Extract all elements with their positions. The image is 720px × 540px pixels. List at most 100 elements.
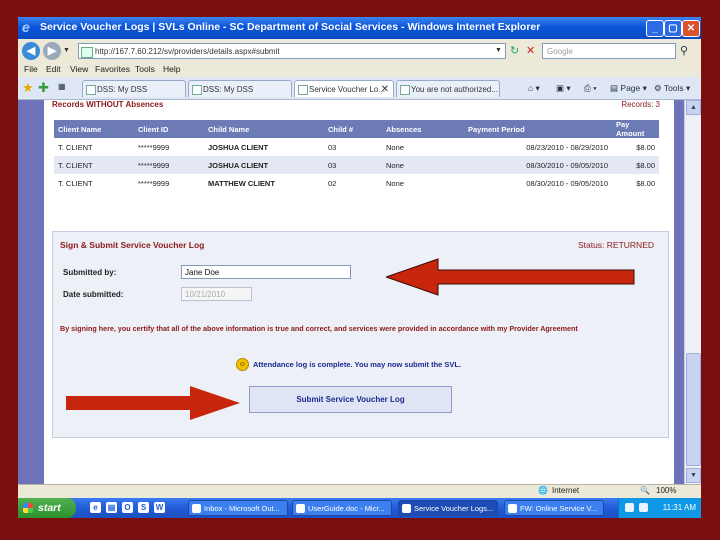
child-name-cell[interactable]: MATTHEW CLIENT (204, 174, 324, 192)
column-header[interactable]: Client ID (134, 120, 204, 138)
tray-icon[interactable] (639, 503, 648, 512)
records-table: Client Name Client ID Child Name Child #… (54, 120, 659, 192)
menu-file[interactable]: File (24, 64, 38, 74)
smiley-icon: ☺ (236, 358, 249, 371)
tab-dss-2[interactable]: DSS: My DSS (188, 80, 292, 97)
zoom-icon[interactable]: 🔍 (640, 486, 650, 495)
client-name-cell: T. CLIENT (58, 178, 93, 188)
page-favicon-icon (81, 47, 93, 58)
column-header[interactable]: Child # (324, 120, 382, 138)
tab-service-voucher[interactable]: Service Voucher Lo... ✕ (294, 80, 394, 97)
taskbar-inbox[interactable]: Inbox - Microsoft Out... (188, 500, 288, 516)
history-dropdown-icon[interactable]: ▼ (63, 43, 70, 59)
explorer-quicklaunch-icon[interactable]: ▤ (106, 502, 117, 513)
pay-amount-cell: $8.00 (636, 142, 655, 152)
client-id-cell: *****9999 (134, 156, 204, 174)
internet-zone-icon: 🌐 (538, 486, 548, 495)
arrow-right-shape (66, 386, 240, 420)
word-quicklaunch-icon[interactable]: W (154, 502, 165, 513)
refresh-icon[interactable]: ↻ (510, 43, 519, 59)
maximize-button[interactable]: ▢ (664, 20, 682, 37)
search-icon[interactable]: ⚲ (680, 43, 688, 59)
annotation-arrow-right (66, 386, 240, 420)
word-icon (296, 504, 305, 513)
favorites-star-icon[interactable]: ★ (22, 81, 34, 95)
child-name-cell[interactable]: JOSHUA CLIENT (204, 138, 324, 156)
records-count: Records: 3 (621, 100, 660, 109)
menu-edit[interactable]: Edit (46, 64, 61, 74)
menu-view[interactable]: View (70, 64, 88, 74)
arrow-left-shape (386, 258, 635, 296)
taskbar-label: UserGuide.doc - Micr... (308, 504, 385, 513)
child-number-cell: 03 (328, 142, 337, 152)
tray-icon[interactable] (625, 503, 634, 512)
close-tab-icon[interactable]: ✕ (381, 81, 389, 97)
address-toolbar: ◀ ▶ ▼ http://167.7.60.212/sv/providers/d… (18, 39, 701, 63)
scroll-up-icon[interactable]: ▲ (686, 100, 701, 115)
child-number-cell: 02 (328, 178, 337, 188)
zoom-level[interactable]: 100% (656, 486, 676, 495)
taskbar-label: FW: Online Service V... (520, 504, 598, 513)
scroll-thumb[interactable] (686, 353, 701, 466)
tab-favicon-icon (298, 85, 308, 95)
column-header[interactable]: Client Name (54, 120, 134, 138)
table-row: T. CLIENT *****9999 MATTHEW CLIENT 02 No… (54, 174, 659, 192)
close-button[interactable]: ✕ (682, 20, 700, 37)
ie-quicklaunch-icon[interactable]: e (90, 502, 101, 513)
home-icon[interactable]: ⌂ ▾ (528, 80, 540, 97)
tab-list-icon[interactable]: ▦ (58, 82, 66, 91)
outlook-icon (192, 504, 201, 513)
security-zone: Internet (552, 486, 580, 495)
status-badge: Status: RETURNED (577, 240, 654, 250)
tools-menu-button[interactable]: ⚙ Tools ▾ (654, 80, 690, 97)
taskbar-label: Service Voucher Logs... (414, 504, 494, 513)
tab-favicon-icon (400, 85, 410, 95)
start-button[interactable]: start (18, 498, 76, 518)
page-menu-button[interactable]: ▤ Page ▾ (610, 80, 647, 97)
add-favorites-icon[interactable]: ✚ (38, 81, 49, 95)
submitted-by-input[interactable]: Jane Doe (181, 265, 351, 279)
column-header[interactable]: Child Name (204, 120, 324, 138)
outlook-icon (508, 504, 517, 513)
minimize-button[interactable]: _ (646, 20, 664, 37)
client-name-cell: T. CLIENT (54, 156, 134, 174)
page-menu-label: Page (620, 83, 641, 93)
menu-tools[interactable]: Tools (135, 64, 155, 74)
forward-button[interactable]: ▶ (43, 42, 61, 60)
tab-dss-1[interactable]: DSS: My DSS (82, 80, 186, 97)
taskbar-userguide[interactable]: UserGuide.doc - Micr... (292, 500, 392, 516)
submit-svl-button[interactable]: Submit Service Voucher Log (249, 386, 452, 413)
tab-label: DSS: My DSS (203, 85, 254, 94)
search-input[interactable]: Google (542, 43, 676, 59)
ie-icon (402, 504, 411, 513)
menu-help[interactable]: Help (163, 64, 180, 74)
column-header[interactable]: Payment Period (464, 120, 612, 138)
outlook-quicklaunch-icon[interactable]: O (122, 502, 133, 513)
child-number-cell: 03 (324, 156, 382, 174)
window-title: Service Voucher Logs | SVLs Online - SC … (40, 21, 541, 33)
taskbar-fw-online[interactable]: FW: Online Service V... (504, 500, 604, 516)
taskbar-service-voucher[interactable]: Service Voucher Logs... (398, 500, 498, 516)
title-bar: e Service Voucher Logs | SVLs Online - S… (18, 17, 701, 39)
clock: 11:31 AM (662, 503, 696, 512)
child-name-cell[interactable]: JOSHUA CLIENT (204, 156, 324, 174)
vertical-scrollbar[interactable]: ▲ ▼ (684, 100, 701, 484)
address-dropdown-icon[interactable]: ▼ (495, 43, 502, 59)
scroll-down-icon[interactable]: ▼ (686, 468, 701, 483)
print-icon[interactable]: ⎙ ▾ (584, 80, 597, 97)
stop-icon[interactable]: ✕ (526, 43, 535, 59)
skype-quicklaunch-icon[interactable]: S (138, 502, 149, 513)
back-button[interactable]: ◀ (22, 42, 40, 60)
tab-favicon-icon (86, 85, 96, 95)
menu-favorites[interactable]: Favorites (95, 64, 130, 74)
windows-flag-icon (23, 503, 33, 513)
certification-text: By signing here, you certify that all of… (60, 324, 578, 333)
feeds-icon[interactable]: ▣ ▾ (556, 80, 571, 97)
tab-favicon-icon (192, 85, 202, 95)
tab-not-authorized[interactable]: You are not authorized... (396, 80, 500, 97)
annotation-arrow-left (386, 258, 635, 296)
column-header[interactable]: Absences (382, 120, 464, 138)
address-field[interactable]: http://167.7.60.212/sv/providers/details… (78, 43, 506, 59)
column-header[interactable]: Pay Amount (612, 120, 659, 138)
payment-period-cell: 08/30/2010 - 09/05/2010 (526, 178, 608, 188)
